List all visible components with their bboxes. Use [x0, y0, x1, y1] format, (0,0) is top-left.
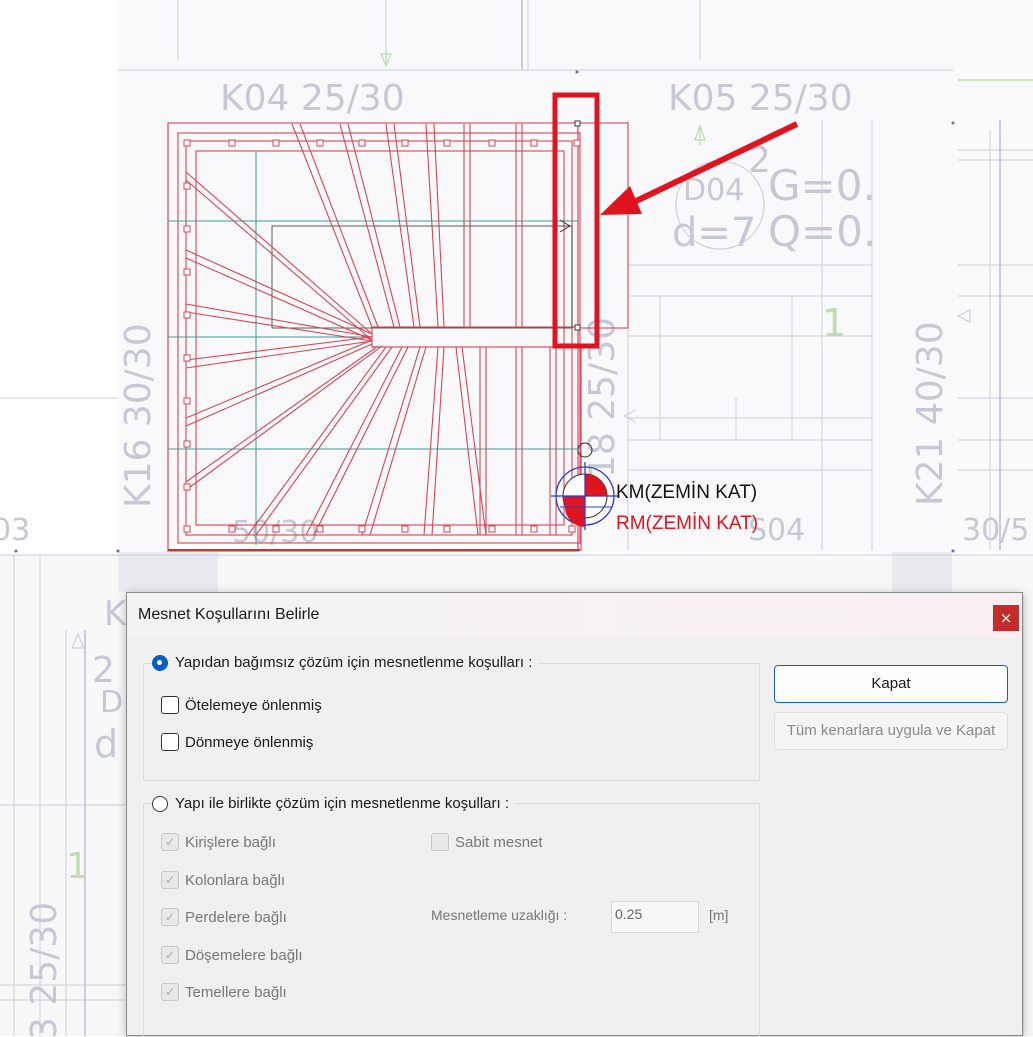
slab-thickness-label: d=7 [672, 210, 756, 256]
columns-connected-label: Kolonlara bağlı [185, 871, 286, 889]
independent-support-group [143, 663, 760, 781]
translation-restrained-option[interactable]: Ötelemeye önlenmiş [161, 696, 322, 714]
slabs-connected-option: Döşemelere bağlı [161, 946, 303, 964]
slabs-connected-checkbox [161, 946, 179, 964]
dialog-title: Mesnet Koşullarını Belirle [138, 606, 320, 623]
label-03: 03 [0, 513, 30, 548]
beam-label-k16: K16 30/30 [118, 323, 159, 508]
beams-connected-option: Kirişlere bağlı [161, 833, 276, 851]
beam-label-bottom-left: 3 25/30 [24, 902, 65, 1036]
rigidity-center-label: RM(ZEMİN KAT) [616, 513, 758, 534]
fixed-support-checkbox [431, 833, 449, 851]
live-load-label: Q=0. [768, 207, 876, 256]
rotation-restrained-label: Dönmeye önlenmiş [185, 733, 314, 751]
beam-label-k04: K04 25/30 [220, 78, 405, 119]
rotation-restrained-checkbox[interactable] [161, 733, 179, 751]
support-conditions-dialog: Mesnet Koşullarını Belirle × Yapıdan bağ… [126, 592, 1023, 1037]
fixed-support-label: Sabit mesnet [455, 833, 543, 851]
beams-connected-label: Kirişlere bağlı [185, 833, 276, 851]
bottom-left-slab-label: D [100, 685, 123, 720]
beams-connected-checkbox [161, 833, 179, 851]
structure-support-radio-row[interactable]: Yapı ile birlikte çözüm için mesnetlenme… [152, 795, 516, 812]
foundations-connected-checkbox [161, 983, 179, 1001]
independent-support-label: Yapıdan bağımsız çözüm için mesnetlenme … [175, 654, 533, 671]
apply-all-edges-button: Tüm kenarlara uygula ve Kapat [774, 712, 1008, 750]
translation-restrained-checkbox[interactable] [161, 696, 179, 714]
foundations-connected-label: Temellere bağlı [185, 983, 287, 1001]
fixed-support-option: Sabit mesnet [431, 833, 543, 851]
close-dialog-button[interactable]: Kapat [774, 665, 1008, 703]
beam-label-k21: K21 40/30 [910, 321, 951, 506]
columns-connected-option: Kolonlara bağlı [161, 871, 285, 889]
walls-connected-checkbox [161, 908, 179, 926]
foundations-connected-option: Temellere bağlı [161, 983, 287, 1001]
independent-support-radio-row[interactable]: Yapıdan bağımsız çözüm için mesnetlenme … [152, 654, 539, 671]
structure-support-label: Yapı ile birlikte çözüm için mesnetlenme… [175, 795, 510, 812]
independent-support-radio[interactable] [152, 654, 168, 671]
slabs-connected-label: Döşemelere bağlı [185, 946, 303, 964]
support-distance-unit: [m] [709, 907, 729, 923]
bottom-left-slab-thickness: d [94, 722, 118, 766]
beam-label-k05: K05 25/30 [668, 78, 853, 119]
mass-center-label: KM(ZEMİN KAT) [616, 482, 757, 503]
structure-support-radio[interactable] [152, 795, 168, 812]
beam-label-18: 18 25/30 [582, 317, 623, 478]
support-distance-label: Mesnetleme uzaklığı : [431, 907, 568, 923]
dialog-titlebar[interactable]: Mesnet Koşullarını Belirle × [127, 593, 1022, 637]
rotation-restrained-option[interactable]: Dönmeye önlenmiş [161, 733, 313, 751]
bottom-left-index-label: 1 [66, 846, 89, 887]
close-button[interactable]: × [993, 605, 1019, 631]
support-distance-input: 0.25 [611, 901, 699, 933]
label-30-5: 30/5 [962, 513, 1029, 548]
walls-connected-option: Perdelere bağlı [161, 908, 287, 926]
slab-index-label: 1 [822, 301, 846, 345]
translation-restrained-label: Ötelemeye önlenmiş [185, 696, 322, 714]
walls-connected-label: Perdelere bağlı [185, 908, 287, 926]
dead-load-label: G=0. [768, 161, 876, 210]
bottom-left-beam-label: K [104, 594, 128, 634]
slab-label-d04: D04 [683, 173, 744, 208]
columns-connected-checkbox [161, 871, 179, 889]
